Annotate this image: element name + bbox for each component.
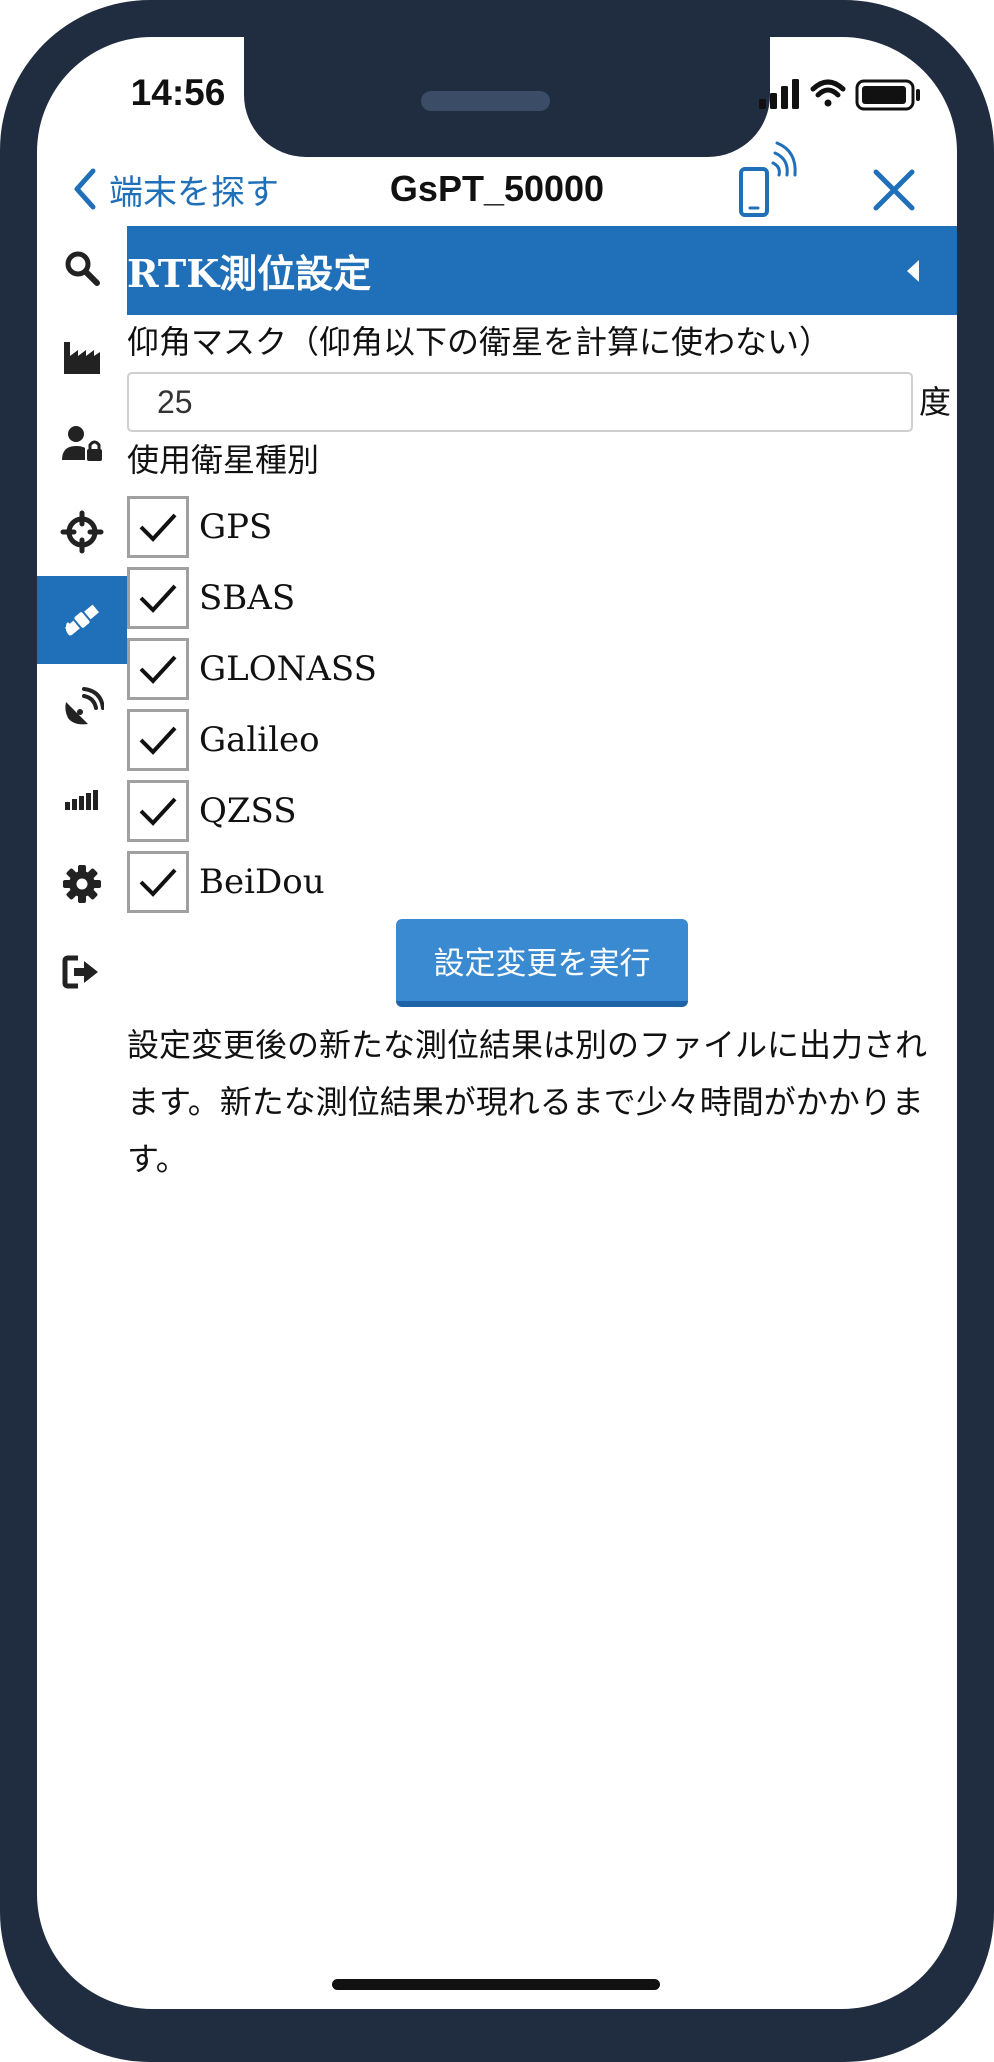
sidebar-item-crosshair[interactable] [37, 488, 127, 576]
galileo-checkbox[interactable] [127, 709, 189, 771]
gps-label: GPS [199, 507, 273, 547]
phone-frame: 14:56 端末を探す GsPT_50000 RTK測位設定 仰角マスク（仰角以… [0, 0, 994, 2062]
satellite-icon [64, 604, 100, 636]
sign-out-icon [62, 955, 98, 989]
status-icons [759, 79, 920, 111]
battery-icon [855, 79, 920, 111]
checkbox-row-gps[interactable]: GPS [127, 495, 272, 559]
home-indicator[interactable] [332, 1979, 660, 1990]
close-icon[interactable] [859, 155, 929, 225]
checkmark-icon [139, 584, 177, 613]
galileo-label: Galileo [199, 720, 320, 760]
sidebar-item-satellite[interactable] [37, 576, 127, 664]
glonass-label: GLONASS [199, 649, 377, 689]
caret-left-icon[interactable] [905, 258, 921, 284]
crosshair-icon [60, 510, 104, 554]
screen: 14:56 端末を探す GsPT_50000 RTK測位設定 仰角マスク（仰角以… [37, 37, 957, 2009]
checkbox-row-galileo[interactable]: Galileo [127, 708, 320, 772]
checkmark-icon [139, 797, 177, 826]
sidebar-item-signal[interactable] [37, 752, 127, 840]
gear-icon [63, 865, 101, 903]
satellite-dish-icon [65, 687, 104, 725]
elevation-mask-input[interactable] [127, 372, 913, 432]
qzss-checkbox[interactable] [127, 780, 189, 842]
qzss-label: QZSS [199, 791, 297, 831]
sidebar-item-settings[interactable] [37, 840, 127, 928]
speaker [421, 91, 550, 111]
factory-icon [64, 342, 100, 374]
wifi-icon [810, 79, 846, 107]
search-icon [65, 251, 100, 286]
elevation-mask-unit: 度 [919, 383, 952, 421]
beidou-checkbox[interactable] [127, 851, 189, 913]
sidebar-item-user-lock[interactable] [37, 400, 127, 488]
section-header[interactable]: RTK測位設定 [127, 226, 957, 315]
status-time: 14:56 [130, 72, 226, 113]
sbas-checkbox[interactable] [127, 567, 189, 629]
checkbox-row-qzss[interactable]: QZSS [127, 779, 296, 843]
chevron-left-icon [74, 168, 96, 210]
sidebar-item-signout[interactable] [37, 928, 127, 1016]
sidebar-item-factory[interactable] [37, 312, 127, 400]
checkmark-icon [139, 655, 177, 684]
satellite-types-label: 使用衛星種別 [127, 441, 320, 479]
beidou-label: BeiDou [199, 862, 325, 902]
elevation-mask-label: 仰角マスク（仰角以下の衛星を計算に使わない） [127, 323, 832, 361]
sbas-label: SBAS [199, 578, 296, 618]
checkmark-icon [139, 868, 177, 897]
checkmark-icon [139, 513, 177, 542]
glonass-checkbox[interactable] [127, 638, 189, 700]
sidebar-item-dish[interactable] [37, 664, 127, 752]
back-button[interactable]: 端末を探す [63, 149, 303, 229]
apply-settings-button[interactable]: 設定変更を実行 [396, 919, 688, 1007]
checkbox-row-sbas[interactable]: SBAS [127, 566, 295, 630]
cellular-signal-icon [759, 79, 799, 109]
page-title: GsPT_50000 [389, 168, 605, 209]
signal-bars-icon [65, 790, 98, 810]
sidebar-item-search[interactable] [37, 224, 127, 312]
back-button-label: 端末を探す [109, 172, 279, 213]
checkbox-row-glonass[interactable]: GLONASS [127, 637, 377, 701]
checkmark-icon [139, 726, 177, 755]
section-title: RTK測位設定 [127, 251, 372, 296]
gps-checkbox[interactable] [127, 496, 189, 558]
settings-note: 設定変更後の新たな測位結果は別のファイルに出力されます。新たな測位結果が現れるま… [127, 1026, 928, 1178]
checkbox-row-beidou[interactable]: BeiDou [127, 850, 325, 914]
user-lock-icon [62, 426, 102, 461]
